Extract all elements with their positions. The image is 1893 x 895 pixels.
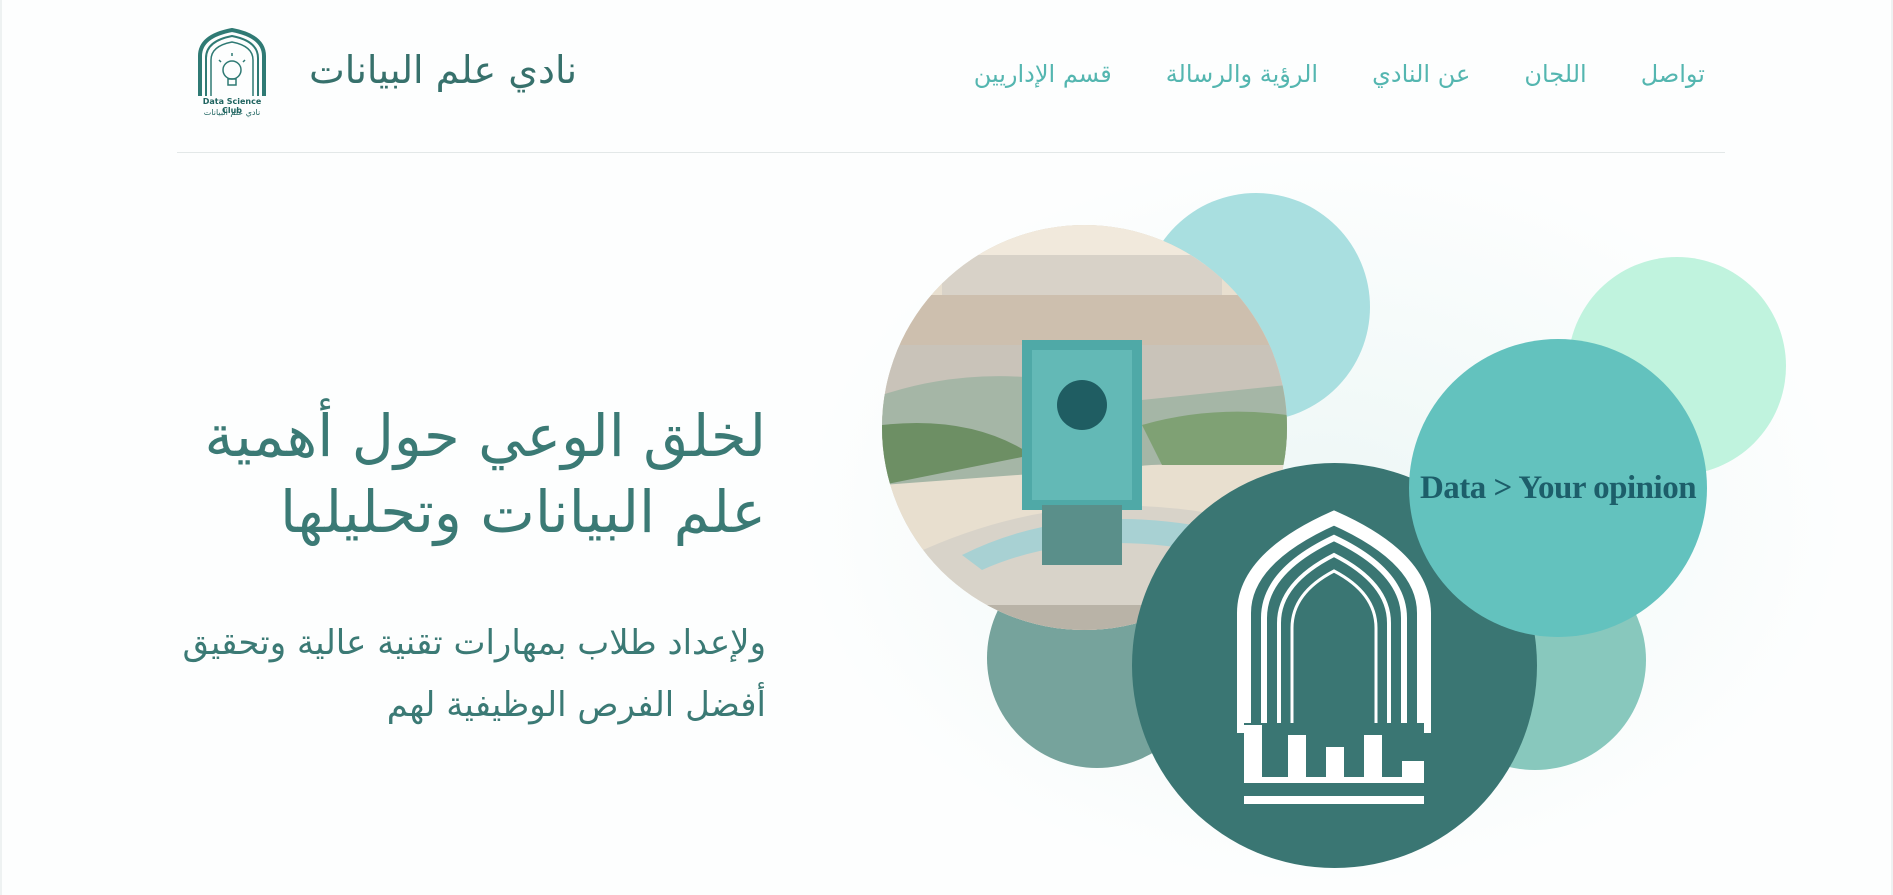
hero-title-line-2: علم البيانات وتحليلها [279,478,766,546]
hero-title: لخلق الوعي حول أهمية علم البيانات وتحليل… [66,398,766,550]
site-title[interactable]: نادي علم البيانات [309,48,577,92]
logo-caption-ar: نادي علم البيانات [203,108,261,117]
slogan-text: Data > Your opinion [1419,469,1697,506]
club-logo[interactable]: Data Science Club نادي علم البيانات [192,26,272,122]
nav-item-vision-mission[interactable]: الرؤية والرسالة [1166,60,1318,88]
site-header: Data Science Club نادي علم البيانات نادي… [177,0,1725,153]
page: Data Science Club نادي علم البيانات نادي… [0,0,1893,895]
nav-item-about[interactable]: عن النادي [1372,60,1470,88]
nav-item-contact[interactable]: تواصل [1641,60,1705,88]
nav-item-committees[interactable]: اللجان [1524,60,1586,88]
main-nav: قسم الإداريين الرؤية والرسالة عن النادي … [974,60,1705,88]
data-science-club-logo-icon [198,27,266,96]
hero-subtitle: ولإعداد طلاب بمهارات تقنية عالية وتحقيق … [26,612,767,736]
nav-item-admins[interactable]: قسم الإداريين [974,60,1112,88]
hero-subtitle-line-2: أفضل الفرص الوظيفية لهم [386,685,766,725]
hero-title-line-1: لخلق الوعي حول أهمية [204,402,766,470]
hero-subtitle-line-1: ولإعداد طلاب بمهارات تقنية عالية وتحقيق [182,623,767,663]
